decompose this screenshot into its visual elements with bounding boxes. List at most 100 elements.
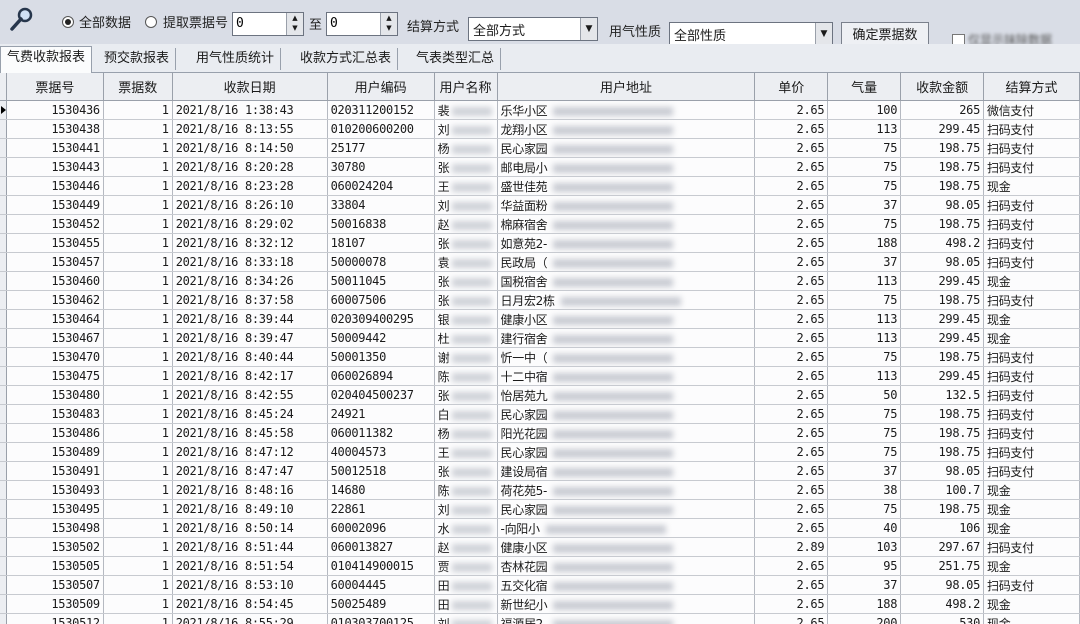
- payment-date-cell[interactable]: 2021/8/16 8:47:47: [172, 461, 328, 481]
- receipt-count-cell[interactable]: 1: [103, 138, 173, 158]
- receipt-count-cell[interactable]: 1: [103, 575, 173, 595]
- payment-date-cell[interactable]: 2021/8/16 8:26:10: [172, 195, 328, 215]
- receipt-count-cell[interactable]: 1: [103, 290, 173, 310]
- user-address-cell[interactable]: 乐华小区: [497, 100, 756, 120]
- gas-volume-cell[interactable]: 113: [827, 119, 902, 139]
- user-name-cell[interactable]: 裴: [434, 100, 498, 120]
- row-indicator[interactable]: [0, 252, 8, 272]
- settle-method-cell[interactable]: 扫码支付: [983, 423, 1080, 443]
- gas-volume-cell[interactable]: 113: [827, 309, 902, 329]
- table-row[interactable]: 1530489 1 2021/8/16 8:47:12 40004573 王 民心家园 2.…: [0, 442, 1080, 462]
- col-receipt-no[interactable]: 票据号: [6, 73, 104, 101]
- user-code-cell[interactable]: 30780: [327, 157, 435, 177]
- receipt-count-cell[interactable]: 1: [103, 385, 173, 405]
- receipt-count-cell[interactable]: 1: [103, 594, 173, 614]
- receipt-count-cell[interactable]: 1: [103, 480, 173, 500]
- settle-method-cell[interactable]: 扫码支付: [983, 461, 1080, 481]
- settle-method-cell[interactable]: 现金: [983, 176, 1080, 196]
- receipt-count-cell[interactable]: 1: [103, 176, 173, 196]
- user-code-cell[interactable]: 22861: [327, 499, 435, 519]
- table-row[interactable]: 1530452 1 2021/8/16 8:29:02 50016838 赵 棉麻宿舍 2.…: [0, 214, 1080, 234]
- settle-method-cell[interactable]: 扫码支付: [983, 442, 1080, 462]
- receipt-count-cell[interactable]: 1: [103, 366, 173, 386]
- row-indicator[interactable]: [0, 385, 8, 405]
- payment-date-cell[interactable]: 2021/8/16 8:39:47: [172, 328, 328, 348]
- receipt-grid[interactable]: 票据号 票据数 收款日期 用户编码 用户名称 用户地址 单价 气量 收款金额 结…: [0, 73, 1080, 624]
- user-code-cell[interactable]: 060011382: [327, 423, 435, 443]
- unit-price-cell[interactable]: 2.65: [754, 290, 829, 310]
- settle-method-cell[interactable]: 扫码支付: [983, 575, 1080, 595]
- amount-cell[interactable]: 198.75: [900, 138, 985, 158]
- user-address-cell[interactable]: 华益面粉: [497, 195, 756, 215]
- gas-volume-cell[interactable]: 37: [827, 195, 902, 215]
- amount-cell[interactable]: 98.05: [900, 195, 985, 215]
- table-row[interactable]: 1530457 1 2021/8/16 8:33:18 50000078 袁 民政局（ 2.…: [0, 252, 1080, 272]
- amount-cell[interactable]: 251.75: [900, 556, 985, 576]
- user-address-cell[interactable]: 十二中宿: [497, 366, 756, 386]
- unit-price-cell[interactable]: 2.65: [754, 575, 829, 595]
- receipt-count-cell[interactable]: 1: [103, 423, 173, 443]
- chevron-down-icon[interactable]: ▼: [815, 23, 832, 45]
- gas-volume-cell[interactable]: 113: [827, 271, 902, 291]
- payment-date-cell[interactable]: 2021/8/16 8:54:45: [172, 594, 328, 614]
- payment-date-cell[interactable]: 2021/8/16 8:50:14: [172, 518, 328, 538]
- user-code-cell[interactable]: 25177: [327, 138, 435, 158]
- receipt-no-cell[interactable]: 1530502: [6, 537, 104, 557]
- settle-method-cell[interactable]: 扫码支付: [983, 195, 1080, 215]
- table-row[interactable]: 1530441 1 2021/8/16 8:14:50 25177 杨 民心家园 2.65 7…: [0, 138, 1080, 158]
- table-row[interactable]: 1530446 1 2021/8/16 8:23:28 060024204 王 盛世佳苑 2…: [0, 176, 1080, 196]
- user-code-cell[interactable]: 50016838: [327, 214, 435, 234]
- user-address-cell[interactable]: 棉麻宿舍: [497, 214, 756, 234]
- settle-method-cell[interactable]: 扫码支付: [983, 347, 1080, 367]
- receipt-no-cell[interactable]: 1530486: [6, 423, 104, 443]
- user-name-cell[interactable]: 杨: [434, 423, 498, 443]
- user-name-cell[interactable]: 张: [434, 157, 498, 177]
- table-row[interactable]: 1530498 1 2021/8/16 8:50:14 60002096 水 -向阳小 2.…: [0, 518, 1080, 538]
- user-address-cell[interactable]: 怡居苑九: [497, 385, 756, 405]
- user-name-cell[interactable]: 赵: [434, 537, 498, 557]
- gas-volume-cell[interactable]: 188: [827, 233, 902, 253]
- amount-cell[interactable]: 299.45: [900, 119, 985, 139]
- user-code-cell[interactable]: 060013827: [327, 537, 435, 557]
- user-name-cell[interactable]: 田: [434, 575, 498, 595]
- user-code-cell[interactable]: 010200600200: [327, 119, 435, 139]
- receipt-count-cell[interactable]: 1: [103, 119, 173, 139]
- table-row[interactable]: 1530507 1 2021/8/16 8:53:10 60004445 田 五交化宿 2.…: [0, 575, 1080, 595]
- receipt-count-cell[interactable]: 1: [103, 556, 173, 576]
- settle-method-cell[interactable]: 扫码支付: [983, 404, 1080, 424]
- user-code-cell[interactable]: 060026894: [327, 366, 435, 386]
- receipt-no-cell[interactable]: 1530449: [6, 195, 104, 215]
- row-indicator[interactable]: [0, 480, 8, 500]
- receipt-count-cell[interactable]: 1: [103, 461, 173, 481]
- receipt-no-cell[interactable]: 1530460: [6, 271, 104, 291]
- unit-price-cell[interactable]: 2.65: [754, 613, 829, 624]
- receipt-no-cell[interactable]: 1530443: [6, 157, 104, 177]
- receipt-count-cell[interactable]: 1: [103, 195, 173, 215]
- user-address-cell[interactable]: 民政局（: [497, 252, 756, 272]
- col-amount[interactable]: 收款金额: [900, 73, 985, 101]
- user-address-cell[interactable]: 邮电局小: [497, 157, 756, 177]
- settle-method-cell[interactable]: 现金: [983, 499, 1080, 519]
- row-indicator[interactable]: [0, 233, 8, 253]
- payment-date-cell[interactable]: 2021/8/16 8:45:58: [172, 423, 328, 443]
- amount-cell[interactable]: 299.45: [900, 328, 985, 348]
- user-name-cell[interactable]: 田: [434, 594, 498, 614]
- row-indicator[interactable]: [0, 499, 8, 519]
- row-indicator[interactable]: [0, 195, 8, 215]
- receipt-count-cell[interactable]: 1: [103, 271, 173, 291]
- settle-method-cell[interactable]: 扫码支付: [983, 290, 1080, 310]
- user-code-cell[interactable]: 33804: [327, 195, 435, 215]
- row-indicator[interactable]: [0, 537, 8, 557]
- amount-cell[interactable]: 198.75: [900, 423, 985, 443]
- user-name-cell[interactable]: 王: [434, 176, 498, 196]
- table-row[interactable]: 1530505 1 2021/8/16 8:51:54 010414900015 贾 杏林…: [0, 556, 1080, 576]
- settle-method-cell[interactable]: 现金: [983, 328, 1080, 348]
- amount-cell[interactable]: 299.45: [900, 309, 985, 329]
- receipt-count-cell[interactable]: 1: [103, 518, 173, 538]
- receipt-no-cell[interactable]: 1530505: [6, 556, 104, 576]
- amount-cell[interactable]: 98.05: [900, 252, 985, 272]
- amount-cell[interactable]: 297.67: [900, 537, 985, 557]
- row-indicator[interactable]: [0, 518, 8, 538]
- user-name-cell[interactable]: 白: [434, 404, 498, 424]
- user-address-cell[interactable]: 忻一中（: [497, 347, 756, 367]
